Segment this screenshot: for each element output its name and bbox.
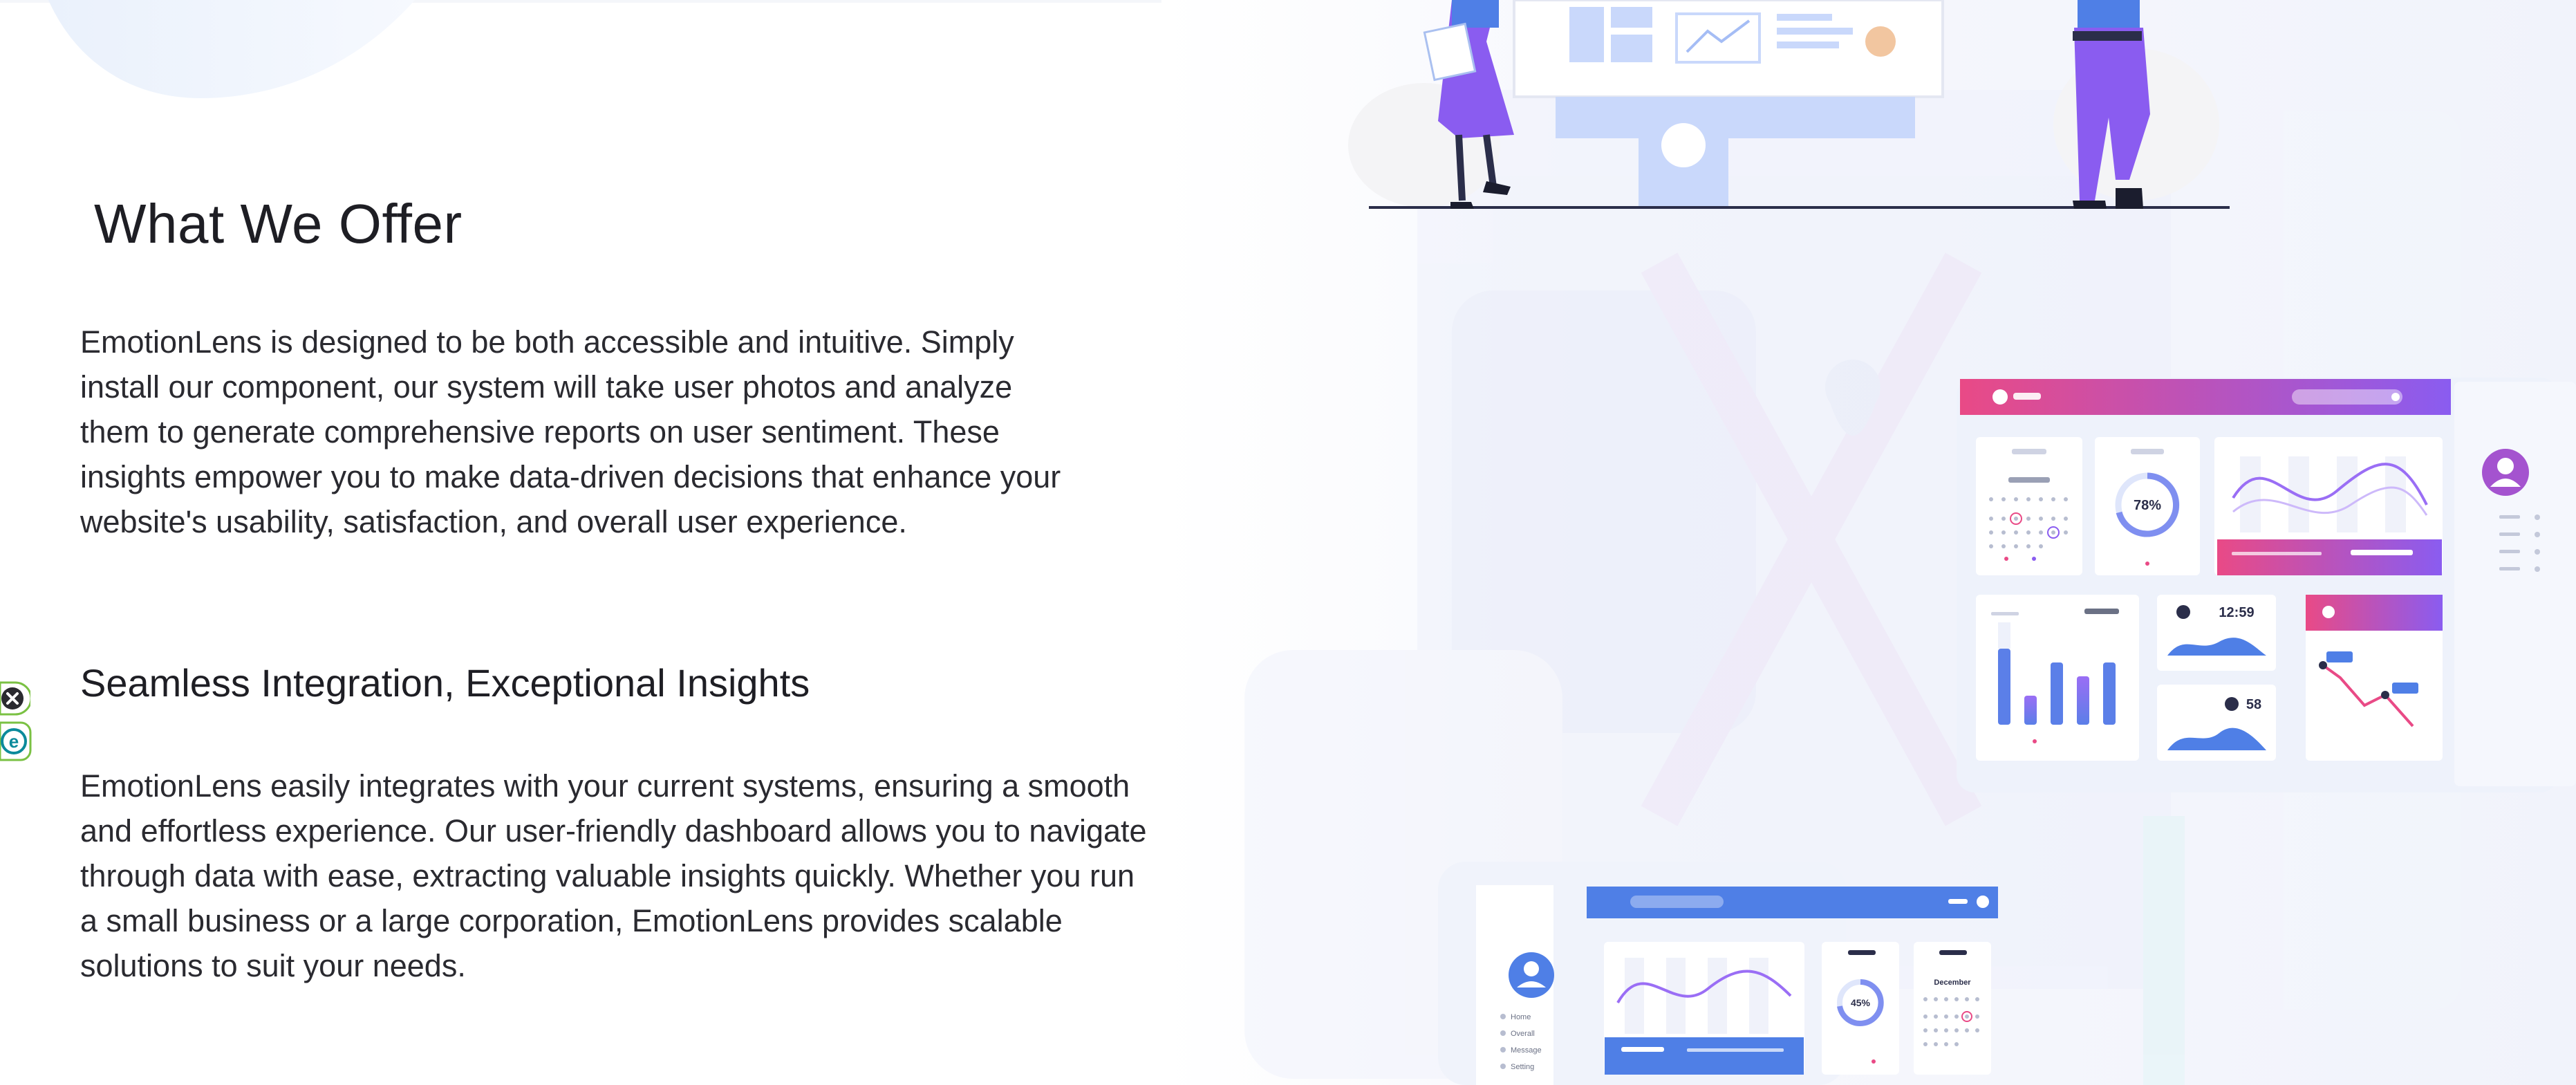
sidebar-item-home: Home — [1511, 1013, 1531, 1021]
sidebar-item-message: Message — [1511, 1046, 1542, 1055]
dashboard-small-kpi-label: 58 — [2246, 697, 2261, 712]
dashboard-clock-label: 12:59 — [2219, 605, 2254, 620]
extension-logo-letter: e — [9, 731, 19, 752]
close-circle-icon[interactable] — [0, 681, 30, 716]
page-title: What We Offer — [94, 193, 463, 254]
section-subheading: Seamless Integration, Exceptional Insigh… — [80, 661, 810, 705]
integration-paragraph: EmotionLens easily integrates with your … — [80, 768, 1147, 983]
bottom-donut-label: 45% — [1851, 997, 1871, 1008]
bottom-calendar-month: December — [1934, 979, 1971, 987]
intro-paragraph: EmotionLens is designed to be both acces… — [80, 324, 1061, 539]
dashboard-bottom-card: Home Overall Message Setting 45% Decembe… — [1438, 862, 1998, 1085]
browser-extension-widget[interactable]: e — [0, 681, 32, 763]
hero-illustration: 78% 12:59 58 Home Overall Message Settin… — [1161, 0, 2576, 1085]
sidebar-item-overall: Overall — [1511, 1030, 1535, 1038]
dashboard-kpi-label: 78% — [2134, 498, 2161, 513]
eset-logo-icon[interactable]: e — [0, 721, 32, 761]
dashboard-main-card: 78% 12:59 58 — [1957, 378, 2576, 792]
decorative-blob — [48, 0, 415, 98]
sidebar-item-setting: Setting — [1511, 1063, 1534, 1071]
